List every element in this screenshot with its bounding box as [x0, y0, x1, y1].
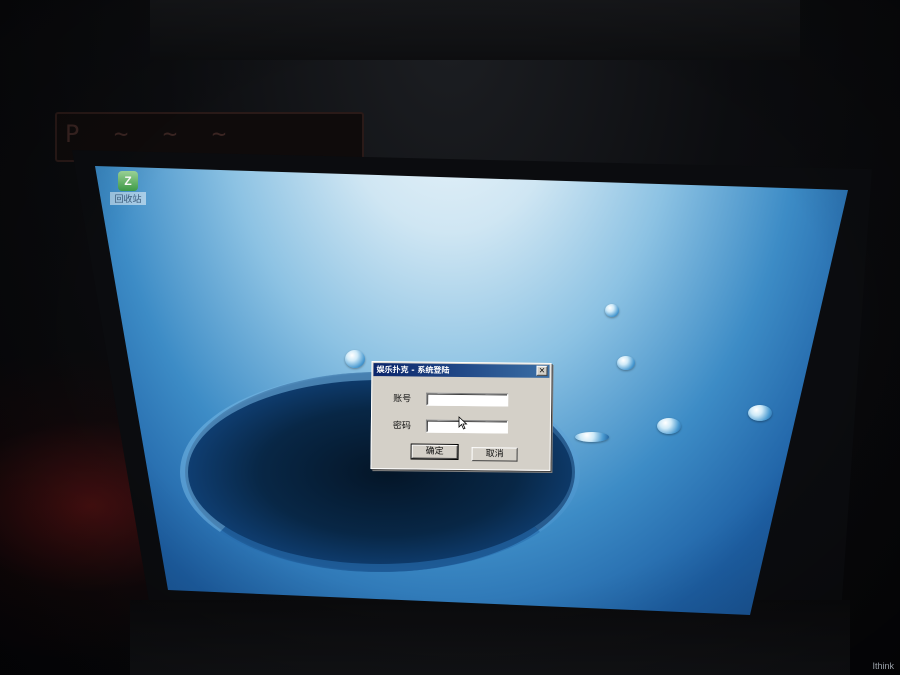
desktop-shortcut-label: 回收站	[110, 192, 146, 205]
dialog-titlebar[interactable]: 娱乐扑克 - 系统登陆 ×	[373, 363, 550, 378]
water-drop	[748, 405, 772, 421]
water-drop	[657, 418, 681, 434]
monitor-strip-text: P ~ ~ ~	[65, 120, 237, 148]
dialog-title: 娱乐扑克 - 系统登陆	[376, 365, 450, 375]
water-drop	[575, 432, 609, 442]
water-drop	[345, 350, 365, 368]
water-drop	[605, 304, 619, 317]
app-shortcut-icon: Z	[118, 171, 138, 191]
desktop-shortcut[interactable]: Z 回收站	[110, 170, 146, 205]
mouse-cursor-icon	[458, 416, 468, 430]
account-input[interactable]	[426, 392, 509, 407]
account-label: 账号	[393, 394, 412, 405]
watermark: Ithink	[872, 661, 894, 671]
close-icon: ×	[538, 365, 546, 375]
background-shelf	[150, 0, 800, 60]
ok-button[interactable]: 确定	[411, 444, 458, 459]
cancel-button[interactable]: 取消	[471, 447, 518, 462]
close-button[interactable]: ×	[536, 365, 548, 376]
password-label: 密码	[392, 421, 411, 432]
water-drop	[617, 356, 635, 370]
